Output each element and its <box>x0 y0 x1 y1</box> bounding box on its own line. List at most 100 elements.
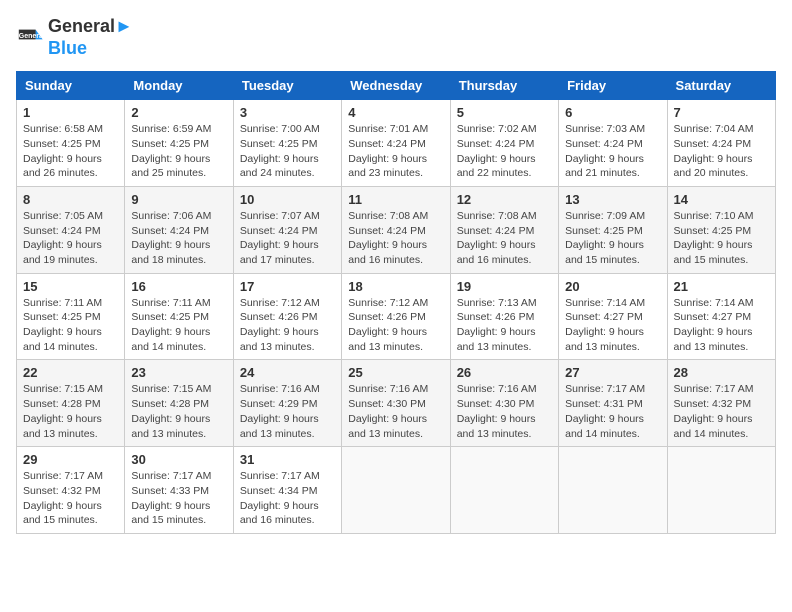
day-info: Sunrise: 7:15 AMSunset: 4:28 PMDaylight:… <box>23 382 118 441</box>
day-info: Sunrise: 6:58 AMSunset: 4:25 PMDaylight:… <box>23 122 118 181</box>
day-info: Sunrise: 7:17 AMSunset: 4:33 PMDaylight:… <box>131 469 226 528</box>
calendar-cell <box>342 447 450 534</box>
calendar-header-row: SundayMondayTuesdayWednesdayThursdayFrid… <box>17 72 776 100</box>
day-header-wednesday: Wednesday <box>342 72 450 100</box>
day-info: Sunrise: 7:04 AMSunset: 4:24 PMDaylight:… <box>674 122 769 181</box>
day-number: 2 <box>131 105 226 120</box>
day-number: 25 <box>348 365 443 380</box>
calendar-cell: 28 Sunrise: 7:17 AMSunset: 4:32 PMDayligh… <box>667 360 775 447</box>
calendar-week-4: 22 Sunrise: 7:15 AMSunset: 4:28 PMDayligh… <box>17 360 776 447</box>
calendar-cell: 24Sunrise: 7:16 AMSunset: 4:29 PMDayligh… <box>233 360 341 447</box>
calendar-cell: 7Sunrise: 7:04 AMSunset: 4:24 PMDaylight… <box>667 100 775 187</box>
day-info: Sunrise: 7:06 AMSunset: 4:24 PMDaylight:… <box>131 209 226 268</box>
calendar-cell: 6 Sunrise: 7:03 AMSunset: 4:24 PMDaylight… <box>559 100 667 187</box>
svg-text:General: General <box>19 33 44 40</box>
day-number: 30 <box>131 452 226 467</box>
day-info: Sunrise: 7:01 AMSunset: 4:24 PMDaylight:… <box>348 122 443 181</box>
calendar-cell <box>450 447 558 534</box>
calendar-cell: 19 Sunrise: 7:13 AMSunset: 4:26 PMDayligh… <box>450 273 558 360</box>
day-number: 20 <box>565 279 660 294</box>
day-info: Sunrise: 7:13 AMSunset: 4:26 PMDaylight:… <box>457 296 552 355</box>
day-number: 13 <box>565 192 660 207</box>
day-number: 28 <box>674 365 769 380</box>
day-number: 18 <box>348 279 443 294</box>
day-info: Sunrise: 7:09 AMSunset: 4:25 PMDaylight:… <box>565 209 660 268</box>
calendar-cell: 2Sunrise: 6:59 AMSunset: 4:25 PMDaylight… <box>125 100 233 187</box>
calendar-cell: 14 Sunrise: 7:10 AMSunset: 4:25 PMDayligh… <box>667 186 775 273</box>
day-number: 31 <box>240 452 335 467</box>
day-number: 3 <box>240 105 335 120</box>
calendar-week-5: 29 Sunrise: 7:17 AMSunset: 4:32 PMDayligh… <box>17 447 776 534</box>
calendar-cell: 17 Sunrise: 7:12 AMSunset: 4:26 PMDayligh… <box>233 273 341 360</box>
day-number: 19 <box>457 279 552 294</box>
calendar-cell: 15Sunrise: 7:11 AMSunset: 4:25 PMDayligh… <box>17 273 125 360</box>
calendar-cell: 23 Sunrise: 7:15 AMSunset: 4:28 PMDayligh… <box>125 360 233 447</box>
day-info: Sunrise: 7:10 AMSunset: 4:25 PMDaylight:… <box>674 209 769 268</box>
day-number: 23 <box>131 365 226 380</box>
calendar-cell: 10 Sunrise: 7:07 AMSunset: 4:24 PMDayligh… <box>233 186 341 273</box>
calendar-cell: 21 Sunrise: 7:14 AMSunset: 4:27 PMDayligh… <box>667 273 775 360</box>
day-info: Sunrise: 7:03 AMSunset: 4:24 PMDaylight:… <box>565 122 660 181</box>
calendar-cell: 9 Sunrise: 7:06 AMSunset: 4:24 PMDaylight… <box>125 186 233 273</box>
day-info: Sunrise: 7:02 AMSunset: 4:24 PMDaylight:… <box>457 122 552 181</box>
logo-icon: General <box>16 24 44 52</box>
day-number: 14 <box>674 192 769 207</box>
day-info: Sunrise: 7:17 AMSunset: 4:34 PMDaylight:… <box>240 469 335 528</box>
day-number: 8 <box>23 192 118 207</box>
calendar-cell: 1Sunrise: 6:58 AMSunset: 4:25 PMDaylight… <box>17 100 125 187</box>
calendar-cell: 29 Sunrise: 7:17 AMSunset: 4:32 PMDayligh… <box>17 447 125 534</box>
day-info: Sunrise: 7:14 AMSunset: 4:27 PMDaylight:… <box>674 296 769 355</box>
day-info: Sunrise: 7:11 AMSunset: 4:25 PMDaylight:… <box>23 296 118 355</box>
day-header-sunday: Sunday <box>17 72 125 100</box>
day-info: Sunrise: 7:11 AMSunset: 4:25 PMDaylight:… <box>131 296 226 355</box>
calendar-cell: 11Sunrise: 7:08 AMSunset: 4:24 PMDayligh… <box>342 186 450 273</box>
calendar-cell: 22 Sunrise: 7:15 AMSunset: 4:28 PMDayligh… <box>17 360 125 447</box>
day-header-friday: Friday <box>559 72 667 100</box>
calendar-cell: 30 Sunrise: 7:17 AMSunset: 4:33 PMDayligh… <box>125 447 233 534</box>
day-header-saturday: Saturday <box>667 72 775 100</box>
day-number: 27 <box>565 365 660 380</box>
day-number: 26 <box>457 365 552 380</box>
calendar-week-1: 1Sunrise: 6:58 AMSunset: 4:25 PMDaylight… <box>17 100 776 187</box>
day-info: Sunrise: 7:17 AMSunset: 4:31 PMDaylight:… <box>565 382 660 441</box>
day-number: 24 <box>240 365 335 380</box>
calendar-cell: 8Sunrise: 7:05 AMSunset: 4:24 PMDaylight… <box>17 186 125 273</box>
calendar-cell: 12Sunrise: 7:08 AMSunset: 4:24 PMDayligh… <box>450 186 558 273</box>
calendar-cell: 27 Sunrise: 7:17 AMSunset: 4:31 PMDayligh… <box>559 360 667 447</box>
day-number: 16 <box>131 279 226 294</box>
calendar-cell: 3Sunrise: 7:00 AMSunset: 4:25 PMDaylight… <box>233 100 341 187</box>
day-info: Sunrise: 7:17 AMSunset: 4:32 PMDaylight:… <box>23 469 118 528</box>
day-number: 6 <box>565 105 660 120</box>
calendar-cell: 16 Sunrise: 7:11 AMSunset: 4:25 PMDayligh… <box>125 273 233 360</box>
day-number: 5 <box>457 105 552 120</box>
day-header-thursday: Thursday <box>450 72 558 100</box>
calendar-cell: 4 Sunrise: 7:01 AMSunset: 4:24 PMDaylight… <box>342 100 450 187</box>
day-header-monday: Monday <box>125 72 233 100</box>
day-info: Sunrise: 7:07 AMSunset: 4:24 PMDaylight:… <box>240 209 335 268</box>
day-number: 22 <box>23 365 118 380</box>
logo-text: General►Blue <box>48 16 133 59</box>
day-number: 21 <box>674 279 769 294</box>
day-number: 10 <box>240 192 335 207</box>
calendar-cell: 25 Sunrise: 7:16 AMSunset: 4:30 PMDayligh… <box>342 360 450 447</box>
day-number: 9 <box>131 192 226 207</box>
calendar-cell <box>559 447 667 534</box>
calendar-cell <box>667 447 775 534</box>
day-info: Sunrise: 7:16 AMSunset: 4:30 PMDaylight:… <box>348 382 443 441</box>
calendar-table: SundayMondayTuesdayWednesdayThursdayFrid… <box>16 71 776 534</box>
logo: General General►Blue <box>16 16 133 59</box>
calendar-cell: 5 Sunrise: 7:02 AMSunset: 4:24 PMDaylight… <box>450 100 558 187</box>
page-header: General General►Blue <box>16 16 776 59</box>
day-info: Sunrise: 7:14 AMSunset: 4:27 PMDaylight:… <box>565 296 660 355</box>
day-info: Sunrise: 7:15 AMSunset: 4:28 PMDaylight:… <box>131 382 226 441</box>
calendar-cell: 31 Sunrise: 7:17 AMSunset: 4:34 PMDayligh… <box>233 447 341 534</box>
day-info: Sunrise: 7:12 AMSunset: 4:26 PMDaylight:… <box>348 296 443 355</box>
day-number: 29 <box>23 452 118 467</box>
day-number: 17 <box>240 279 335 294</box>
day-info: Sunrise: 7:16 AMSunset: 4:30 PMDaylight:… <box>457 382 552 441</box>
day-info: Sunrise: 7:12 AMSunset: 4:26 PMDaylight:… <box>240 296 335 355</box>
calendar-cell: 13 Sunrise: 7:09 AMSunset: 4:25 PMDayligh… <box>559 186 667 273</box>
calendar-week-2: 8Sunrise: 7:05 AMSunset: 4:24 PMDaylight… <box>17 186 776 273</box>
day-info: Sunrise: 7:17 AMSunset: 4:32 PMDaylight:… <box>674 382 769 441</box>
day-number: 4 <box>348 105 443 120</box>
